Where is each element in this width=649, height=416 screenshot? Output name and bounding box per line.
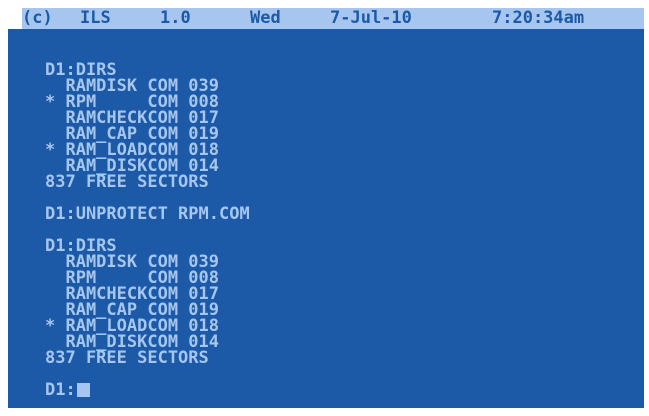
atari-screen: (c) ILS 1.0 Wed 7-Jul-10 7:20:34am D1:DI…: [0, 0, 649, 416]
command-prompt-line[interactable]: D1:: [45, 380, 250, 400]
terminal-window[interactable]: D1:DIRS RAMDISK COM 039 * RPM COM 008 RAM…: [8, 29, 644, 408]
terminal-line: 837 FREE SECTORS: [45, 172, 209, 192]
status-bar: (c) ILS 1.0 Wed 7-Jul-10 7:20:34am: [22, 8, 644, 29]
status-date: 7-Jul-10: [330, 8, 412, 28]
status-version: 1.0: [160, 8, 191, 28]
status-weekday: Wed: [250, 8, 281, 28]
status-program-name: ILS: [80, 8, 111, 28]
status-time: 7:20:34am: [492, 8, 585, 28]
terminal-line: 837 FREE SECTORS: [45, 348, 209, 368]
terminal-line: D1:UNPROTECT RPM.COM: [45, 204, 250, 224]
text-cursor: [76, 383, 90, 397]
status-copyright: (c): [22, 8, 53, 28]
terminal-output: D1:DIRS RAMDISK COM 039 * RPM COM 008 RAM…: [45, 62, 250, 400]
command-prompt: D1:: [45, 380, 76, 400]
